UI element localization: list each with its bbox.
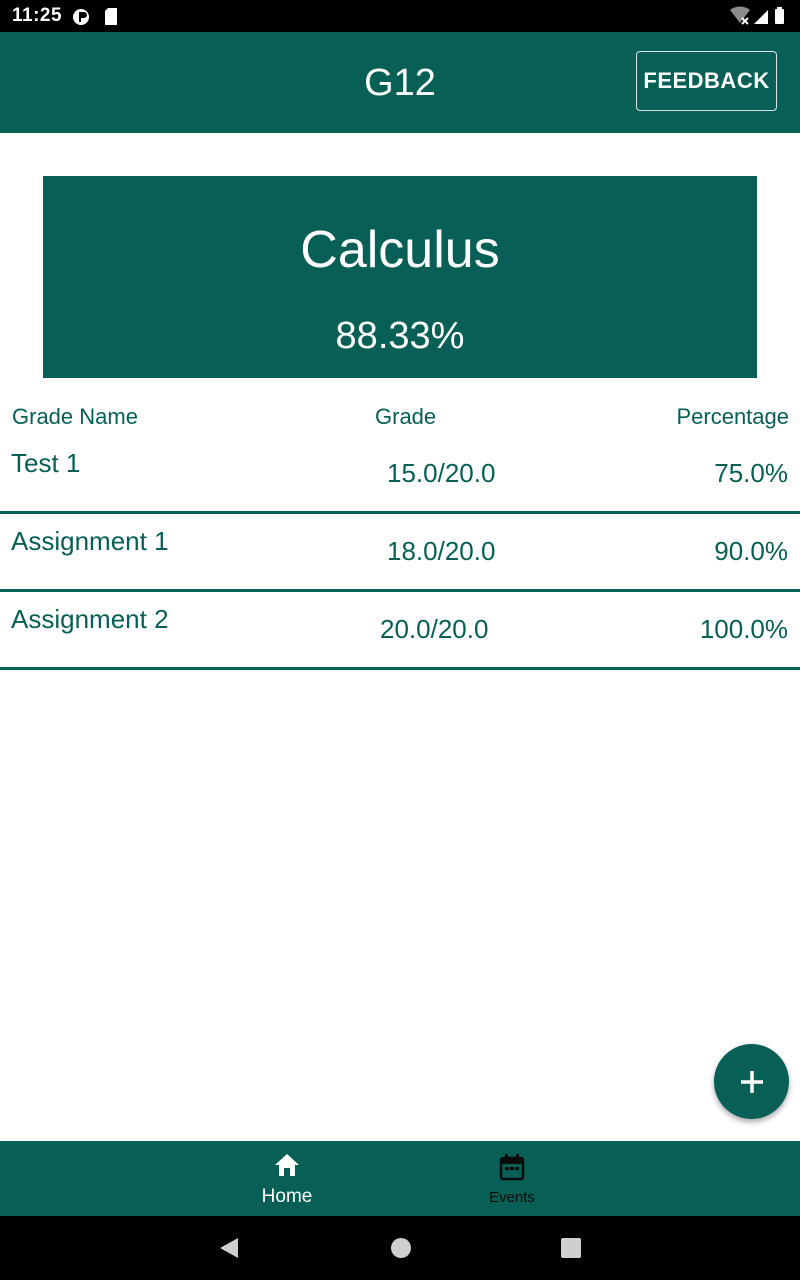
cell-signal-icon [754,10,768,24]
home-circle-icon[interactable] [390,1236,412,1265]
grade-row-score: 18.0/20.0 [387,536,496,566]
wifi-off-icon [730,6,750,25]
status-time: 11:25 [12,5,63,26]
app-bar: G12 FEEDBACK [0,32,800,133]
calendar-icon [499,1153,525,1186]
course-name: Calculus [300,221,500,279]
screen: 11:25 G12 FEEDBACK Calculus 88.33% Grade… [0,0,800,1280]
system-navigation-bar [0,1216,800,1280]
grade-row[interactable]: Test 1 15.0/20.0 75.0% [0,436,800,514]
nav-label-events: Events [489,1189,535,1206]
course-summary-card: Calculus 88.33% [43,176,757,378]
grade-row-name: Test 1 [11,448,81,478]
add-grade-button[interactable] [714,1044,789,1119]
grade-row-name: Assignment 1 [11,526,169,556]
plus-icon [740,1070,763,1093]
grade-row-percentage: 75.0% [714,458,788,488]
row-divider [0,667,800,670]
grade-row-score: 15.0/20.0 [387,458,496,488]
grade-row-score: 20.0/20.0 [380,614,489,644]
grade-row-percentage: 90.0% [714,536,788,566]
feedback-button[interactable]: FEEDBACK [636,51,777,111]
notification-app-icon [72,8,92,31]
nav-label-home: Home [261,1186,313,1207]
status-bar: 11:25 [0,0,800,32]
sd-card-icon [104,8,118,30]
recents-icon[interactable] [560,1236,582,1265]
course-average: 88.33% [335,315,465,357]
header-grade-name: Grade Name [12,404,138,429]
grade-row-percentage: 100.0% [699,614,788,644]
header-grade: Grade [375,404,437,429]
nav-item-events[interactable]: Events [452,1141,572,1216]
bottom-navigation: Home Events [0,1141,800,1216]
nav-item-home[interactable]: Home [227,1141,347,1216]
home-icon [274,1153,300,1182]
grade-row-name: Assignment 2 [11,604,169,634]
battery-icon [775,7,784,24]
header-percentage: Percentage [676,404,789,429]
back-icon[interactable] [218,1236,240,1265]
grade-row[interactable]: Assignment 2 20.0/20.0 100.0% [0,592,800,670]
grade-row[interactable]: Assignment 1 18.0/20.0 90.0% [0,514,800,592]
status-icons [730,6,790,26]
